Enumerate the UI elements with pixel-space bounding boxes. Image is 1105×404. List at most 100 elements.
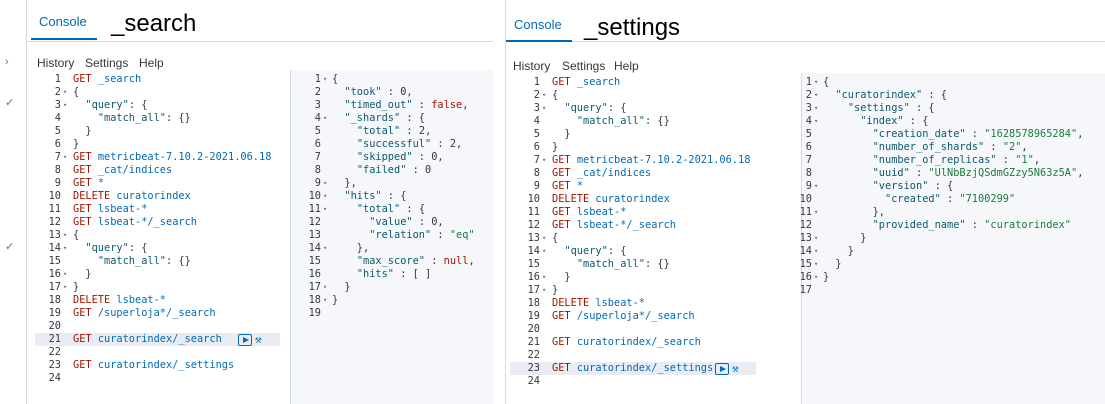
line-number: 11 <box>48 203 61 215</box>
code-line: } <box>73 125 92 137</box>
fold-toggle-icon[interactable]: ▾ <box>323 190 327 203</box>
menu-help[interactable]: Help <box>614 59 639 73</box>
code-line: GET * <box>552 180 584 192</box>
line-number: 1 <box>533 76 540 88</box>
line-number: 12 <box>799 219 812 231</box>
fold-toggle-icon[interactable]: ▾ <box>323 177 327 190</box>
line-number: 9 <box>805 180 812 192</box>
line-number: 19 <box>308 307 321 319</box>
code-line: "value" : 0, <box>369 216 444 228</box>
fold-toggle-icon[interactable]: ▾ <box>814 258 818 271</box>
fold-toggle-icon[interactable]: ▾ <box>63 268 67 281</box>
line-number: 11 <box>308 203 321 215</box>
line-number: 13 <box>308 229 321 241</box>
code-line: "successful" : 2, <box>356 138 463 150</box>
code-line: { <box>552 89 559 101</box>
code-line: "creation_date" : "1628578965284", <box>872 128 1084 140</box>
menu-history[interactable]: History <box>37 56 74 70</box>
fold-toggle-icon[interactable]: ▾ <box>63 99 67 112</box>
line-number: 13 <box>48 229 61 241</box>
request-editor[interactable]: 1 GET _search 2 ▾{3 ▾ "query": {4 "match_all… <box>510 76 800 396</box>
fold-toggle-icon[interactable]: ▾ <box>323 294 327 307</box>
fold-toggle-icon[interactable]: ▾ <box>63 229 67 242</box>
code-line: GET metricbeat-7.10.2-2021.06.18 <box>73 151 272 163</box>
tab-console[interactable]: Console <box>31 14 95 29</box>
line-number: 10 <box>799 193 812 205</box>
line-number: 15 <box>48 255 61 267</box>
code-line: "created" : "7100299" <box>885 193 1016 205</box>
code-line: } <box>552 141 559 153</box>
line-number: 1 <box>805 76 812 88</box>
line-number: 16 <box>527 271 540 283</box>
code-line: "provided_name" : "curatorindex" <box>872 219 1072 231</box>
fold-toggle-icon[interactable]: ▾ <box>814 89 818 102</box>
line-number: 7 <box>533 154 540 166</box>
nav-edge: › ✓ ✓ <box>0 0 27 404</box>
fold-toggle-icon[interactable]: ▾ <box>323 112 327 125</box>
fold-toggle-icon[interactable]: ▾ <box>542 284 546 297</box>
edge-check: ✓ <box>5 241 15 253</box>
fold-toggle-icon[interactable]: ▾ <box>323 281 327 294</box>
menu-history[interactable]: History <box>513 59 550 73</box>
line-number: 8 <box>314 164 321 176</box>
fold-toggle-icon[interactable]: ▾ <box>814 76 818 89</box>
code-line: "query": { <box>564 245 627 257</box>
fold-toggle-icon[interactable]: ▾ <box>814 245 818 258</box>
code-line: "index" : { <box>860 115 929 127</box>
fold-toggle-icon[interactable]: ▾ <box>814 180 818 193</box>
line-number: 1 <box>314 73 321 85</box>
menu-settings[interactable]: Settings <box>562 59 605 73</box>
active-tab-indicator <box>506 40 572 42</box>
fold-toggle-icon[interactable]: ▾ <box>323 203 327 216</box>
line-number: 24 <box>527 375 540 387</box>
fold-toggle-icon[interactable]: ▾ <box>63 281 67 294</box>
fold-toggle-icon[interactable]: ▾ <box>63 151 67 164</box>
fold-toggle-icon[interactable]: ▾ <box>814 206 818 219</box>
request-editor[interactable]: 1 GET _search 2 ▾{3 ▾ "query": {4 "match_all… <box>35 73 289 393</box>
fold-toggle-icon[interactable]: ▾ <box>814 102 818 115</box>
fold-toggle-icon[interactable]: ▾ <box>814 232 818 245</box>
fold-toggle-icon[interactable]: ▾ <box>542 102 546 115</box>
line-number: 2 <box>314 86 321 98</box>
fold-toggle-icon[interactable]: ▾ <box>63 86 67 99</box>
code-line: "version" : { <box>872 180 954 192</box>
fold-toggle-icon[interactable]: ▾ <box>542 245 546 258</box>
tab-bar: Console _search <box>27 0 493 42</box>
line-number: 12 <box>308 216 321 228</box>
fold-toggle-icon[interactable]: ▾ <box>63 242 67 255</box>
fold-toggle-icon[interactable]: ▾ <box>814 271 818 284</box>
code-line: GET lsbeat-*/_search <box>552 219 677 231</box>
line-number: 9 <box>54 177 61 189</box>
menu-help[interactable]: Help <box>139 56 164 70</box>
line-number: 9 <box>314 177 321 189</box>
line-number: 5 <box>805 128 812 140</box>
line-number: 18 <box>308 294 321 306</box>
code-line: "curatorindex" : { <box>835 89 948 101</box>
fold-toggle-icon[interactable]: ▾ <box>542 271 546 284</box>
fold-toggle-icon[interactable]: ▾ <box>542 154 546 167</box>
line-number: 5 <box>533 128 540 140</box>
fold-toggle-icon[interactable]: ▾ <box>542 232 546 245</box>
code-line: }, <box>823 206 885 218</box>
code-line: "hits" : [ ] <box>356 268 432 280</box>
line-number: 14 <box>48 242 61 254</box>
fold-toggle-icon[interactable]: ▾ <box>814 115 818 128</box>
active-tab-indicator <box>31 38 97 40</box>
fold-toggle-icon[interactable]: ▾ <box>323 73 327 86</box>
code-line: "max_score" : null, <box>356 255 475 267</box>
line-number: 17 <box>799 284 812 296</box>
menu-settings[interactable]: Settings <box>85 56 128 70</box>
code-line: }, <box>332 242 370 254</box>
edge-glyph: › <box>5 56 9 68</box>
line-number: 16 <box>48 268 61 280</box>
line-number: 13 <box>799 232 812 244</box>
code-line: "settings" : { <box>847 102 935 114</box>
fold-toggle-icon[interactable]: ▾ <box>542 89 546 102</box>
line-number: 14 <box>527 245 540 257</box>
fold-toggle-icon[interactable]: ▾ <box>323 242 327 255</box>
code-line: "hits" : { <box>344 190 407 202</box>
tab-console[interactable]: Console <box>506 17 570 32</box>
code-line: { <box>332 73 339 85</box>
code-line: { <box>552 232 559 244</box>
